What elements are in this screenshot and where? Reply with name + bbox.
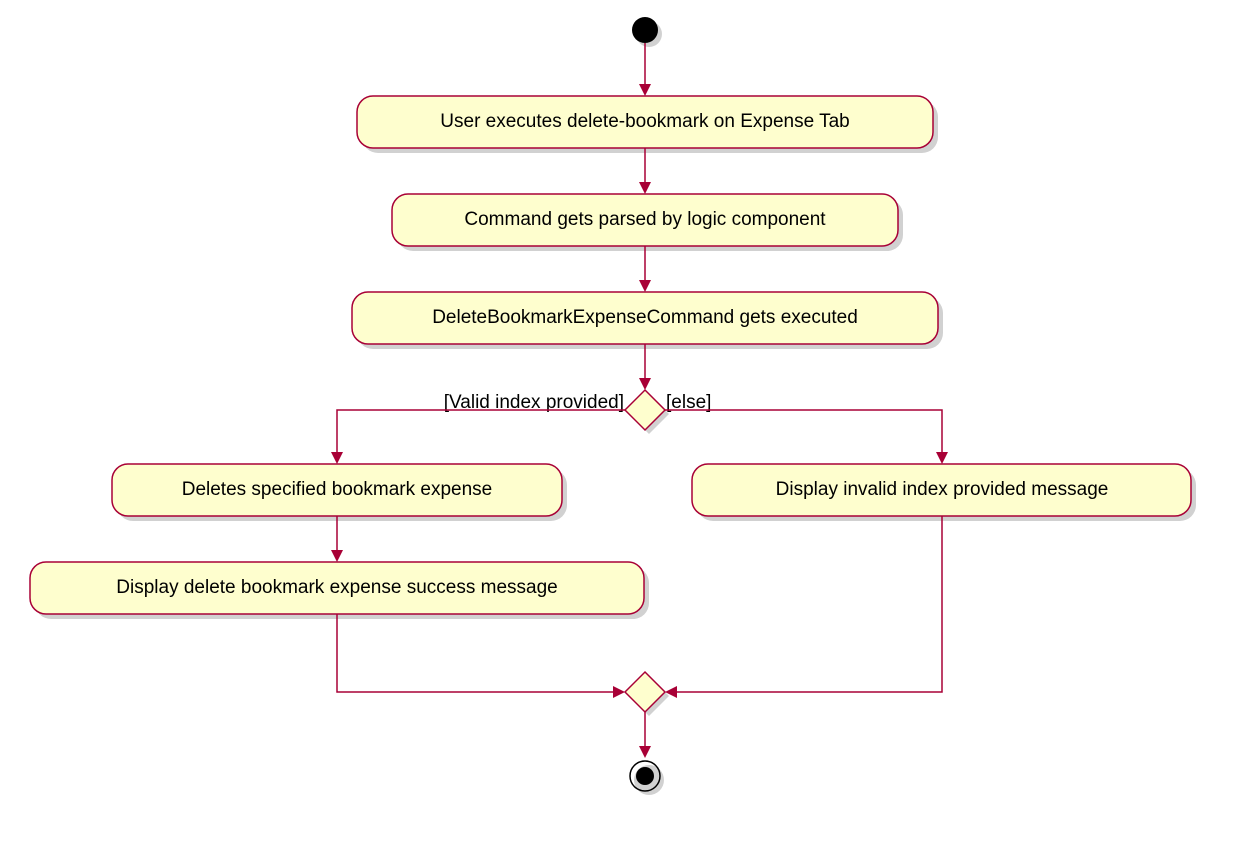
activity-label: Deletes specified bookmark expense (182, 479, 493, 500)
activity-label: Command gets parsed by logic component (464, 209, 826, 230)
activity-label: DeleteBookmarkExpenseCommand gets execut… (432, 307, 858, 328)
activity-label: Display delete bookmark expense success … (116, 577, 557, 598)
activity-label: User executes delete-bookmark on Expense… (440, 111, 849, 132)
activity-label: Display invalid index provided message (776, 479, 1109, 500)
activity-diagram: User executes delete-bookmark on Expense… (0, 0, 1236, 845)
initial-node (632, 17, 658, 43)
